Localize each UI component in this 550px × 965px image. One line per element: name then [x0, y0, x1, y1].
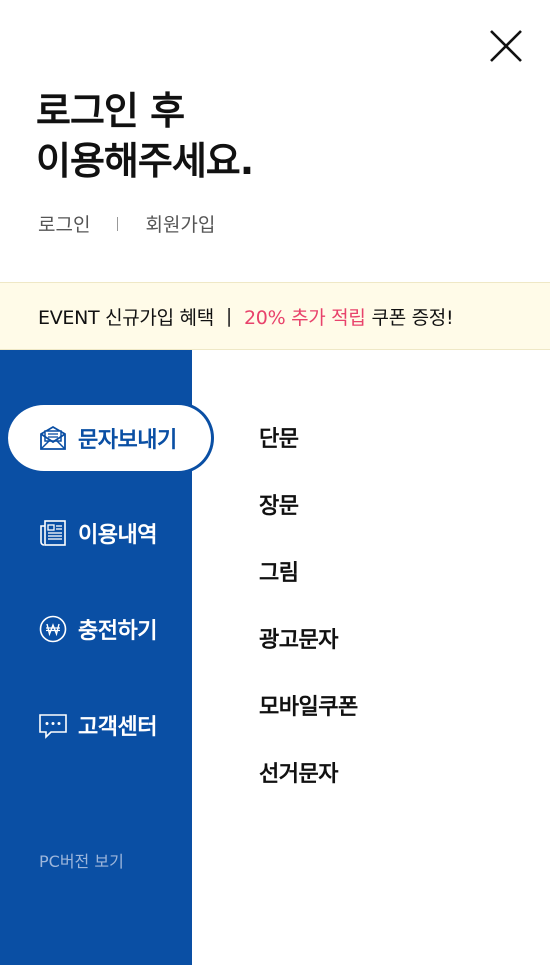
close-button[interactable]: [486, 26, 526, 66]
submenu: 단문 장문 그림 광고문자 모바일쿠폰 선거문자: [259, 403, 358, 805]
submenu-item-image[interactable]: 그림: [259, 537, 358, 604]
headline-line-1: 로그인 후: [36, 89, 185, 133]
submenu-item-ad[interactable]: 광고문자: [259, 604, 358, 671]
event-separator: |: [225, 305, 232, 327]
sidebar-item-label: 문자보내기: [78, 428, 177, 453]
event-highlight: 20% 추가 적립: [244, 306, 366, 329]
submenu-item-mobile-coupon[interactable]: 모바일쿠폰: [259, 671, 358, 738]
sidebar-item-label: 이용내역: [78, 523, 157, 548]
login-link[interactable]: 로그인: [38, 210, 90, 237]
headline-line-2: 이용해주세요.: [36, 139, 254, 183]
divider: [117, 216, 119, 231]
auth-links: 로그인 회원가입: [38, 210, 215, 237]
close-icon: [490, 30, 522, 62]
sidebar-item-label: 충전하기: [78, 619, 157, 644]
event-suffix: 쿠폰 증정!: [371, 306, 454, 329]
page-title: 로그인 후 이용해주세요.: [36, 86, 254, 186]
document-icon: [38, 518, 68, 548]
chat-bubble-icon: [38, 710, 68, 740]
sidebar-item-charge[interactable]: 충전하기: [0, 593, 214, 665]
won-coin-icon: [38, 614, 68, 644]
envelope-icon: [38, 423, 68, 453]
pc-version-link[interactable]: PC버전 보기: [39, 848, 124, 872]
sidebar-item-send-message[interactable]: 문자보내기: [8, 402, 214, 474]
submenu-item-election[interactable]: 선거문자: [259, 738, 358, 805]
sidebar-item-label: 고객센터: [78, 715, 157, 740]
submenu-item-short[interactable]: 단문: [259, 403, 358, 470]
sidebar-item-history[interactable]: 이용내역: [0, 497, 214, 569]
signup-link[interactable]: 회원가입: [145, 210, 215, 237]
submenu-item-long[interactable]: 장문: [259, 470, 358, 537]
sidebar-item-customer-center[interactable]: 고객센터: [0, 689, 214, 761]
event-prefix: EVENT 신규가입 혜택: [38, 306, 214, 329]
event-banner[interactable]: EVENT 신규가입 혜택 | 20% 추가 적립 쿠폰 증정!: [0, 282, 550, 350]
